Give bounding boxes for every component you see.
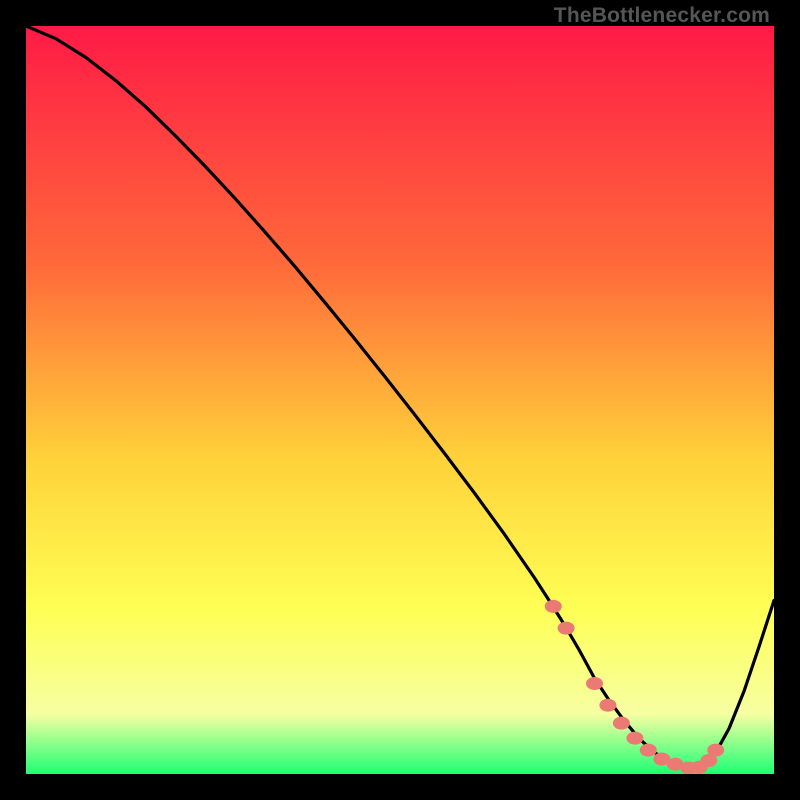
curve-marker: [545, 600, 562, 613]
curve-marker: [599, 699, 616, 712]
curve-marker: [707, 744, 724, 757]
chart-frame: TheBottlenecker.com: [0, 0, 800, 800]
curve-marker: [586, 677, 603, 690]
curve-marker: [626, 732, 643, 745]
curve-marker: [640, 744, 657, 757]
plot-area: [26, 26, 774, 774]
attribution-label: TheBottlenecker.com: [554, 4, 770, 28]
curve-marker: [613, 717, 630, 730]
bottleneck-chart: [26, 26, 774, 774]
gradient-background: [26, 26, 774, 774]
curve-marker: [558, 622, 575, 635]
